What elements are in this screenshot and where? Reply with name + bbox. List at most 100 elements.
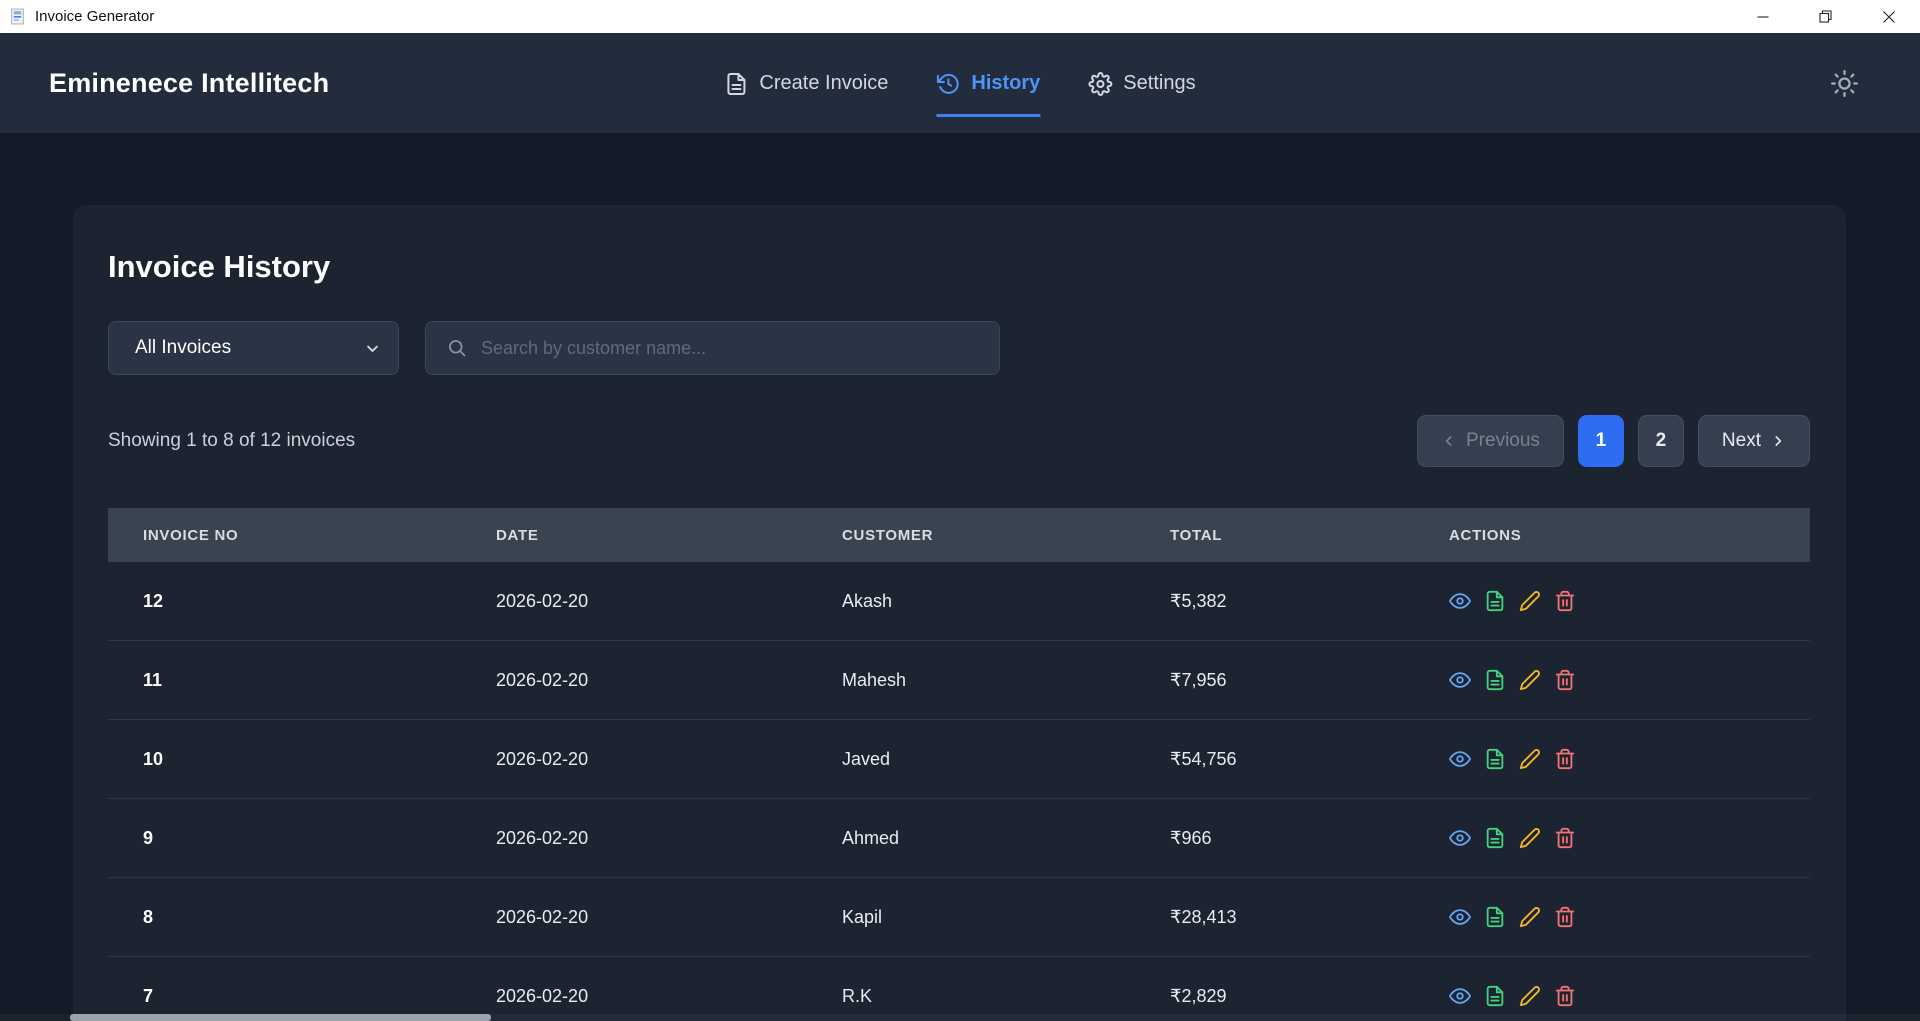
next-label: Next <box>1722 430 1761 452</box>
download-pdf-button[interactable] <box>1484 590 1506 612</box>
page-title: Invoice History <box>108 249 1810 285</box>
tab-settings[interactable]: Settings <box>1088 53 1195 117</box>
close-button[interactable] <box>1857 0 1920 33</box>
download-pdf-button[interactable] <box>1484 827 1506 849</box>
selected-filter-value: All Invoices <box>135 337 231 359</box>
delete-invoice-button[interactable] <box>1554 669 1576 691</box>
download-pdf-button[interactable] <box>1484 906 1506 928</box>
total-cell: ₹5,382 <box>1170 591 1449 612</box>
minimize-button[interactable] <box>1731 0 1794 33</box>
download-pdf-button[interactable] <box>1484 669 1506 691</box>
invoice-history-card: Invoice History All Invoices Showing 1 t… <box>73 205 1846 1021</box>
table-body: 12 2026-02-20 Akash ₹5,382 11 2026-02-20… <box>108 562 1810 1021</box>
view-eye-icon <box>1449 906 1471 928</box>
actions-cell <box>1449 669 1810 691</box>
customer-cell: Javed <box>842 749 1170 770</box>
invoice-table: INVOICE NO DATE CUSTOMER TOTAL ACTIONS 1… <box>108 508 1810 1021</box>
view-invoice-button[interactable] <box>1449 669 1471 691</box>
delete-trash-icon <box>1554 985 1576 1007</box>
customer-cell: Akash <box>842 591 1170 612</box>
scrollbar-thumb[interactable] <box>70 1014 491 1021</box>
nav-tabs: Create Invoice History Settings <box>724 33 1195 133</box>
delete-invoice-button[interactable] <box>1554 906 1576 928</box>
maximize-button[interactable] <box>1794 0 1857 33</box>
horizontal-scrollbar[interactable] <box>0 1014 1920 1021</box>
delete-trash-icon <box>1554 906 1576 928</box>
pdf-file-icon <box>1484 827 1506 849</box>
view-eye-icon <box>1449 985 1471 1007</box>
gear-icon <box>1088 72 1112 96</box>
delete-invoice-button[interactable] <box>1554 985 1576 1007</box>
edit-invoice-button[interactable] <box>1519 985 1541 1007</box>
view-invoice-button[interactable] <box>1449 748 1471 770</box>
tab-label: Create Invoice <box>759 72 888 95</box>
delete-trash-icon <box>1554 590 1576 612</box>
previous-label: Previous <box>1466 430 1540 452</box>
table-row: 12 2026-02-20 Akash ₹5,382 <box>108 562 1810 641</box>
edit-pencil-icon <box>1519 748 1541 770</box>
date-cell: 2026-02-20 <box>496 749 842 770</box>
customer-cell: Mahesh <box>842 670 1170 691</box>
date-cell: 2026-02-20 <box>496 591 842 612</box>
invoice-no-cell: 8 <box>143 907 496 928</box>
invoice-no-cell: 10 <box>143 749 496 770</box>
previous-page-button[interactable]: Previous <box>1417 415 1564 467</box>
customer-cell: Kapil <box>842 907 1170 928</box>
brand-title: Eminenece Intellitech <box>49 68 329 99</box>
date-cell: 2026-02-20 <box>496 986 842 1007</box>
tab-label: Settings <box>1123 72 1195 95</box>
invoice-no-cell: 11 <box>143 670 496 691</box>
edit-invoice-button[interactable] <box>1519 906 1541 928</box>
chevron-left-icon <box>1441 433 1457 449</box>
edit-pencil-icon <box>1519 827 1541 849</box>
tab-create-invoice[interactable]: Create Invoice <box>724 53 888 117</box>
table-row: 11 2026-02-20 Mahesh ₹7,956 <box>108 641 1810 720</box>
search-icon <box>447 338 467 358</box>
history-icon <box>936 72 960 96</box>
search-box[interactable] <box>425 321 1000 375</box>
view-invoice-button[interactable] <box>1449 590 1471 612</box>
date-cell: 2026-02-20 <box>496 670 842 691</box>
actions-cell <box>1449 985 1810 1007</box>
download-pdf-button[interactable] <box>1484 985 1506 1007</box>
download-pdf-button[interactable] <box>1484 748 1506 770</box>
view-invoice-button[interactable] <box>1449 827 1471 849</box>
customer-cell: R.K <box>842 986 1170 1007</box>
delete-invoice-button[interactable] <box>1554 748 1576 770</box>
edit-invoice-button[interactable] <box>1519 590 1541 612</box>
pdf-file-icon <box>1484 590 1506 612</box>
table-row: 8 2026-02-20 Kapil ₹28,413 <box>108 878 1810 957</box>
theme-toggle-button[interactable] <box>1828 67 1860 99</box>
total-cell: ₹7,956 <box>1170 670 1449 691</box>
edit-invoice-button[interactable] <box>1519 748 1541 770</box>
date-cell: 2026-02-20 <box>496 828 842 849</box>
date-cell: 2026-02-20 <box>496 907 842 928</box>
filter-controls: All Invoices <box>108 321 1810 375</box>
search-input[interactable] <box>481 338 983 359</box>
invoice-filter-select[interactable]: All Invoices <box>108 321 399 375</box>
app-icon <box>9 8 26 25</box>
total-cell: ₹54,756 <box>1170 749 1449 770</box>
view-invoice-button[interactable] <box>1449 906 1471 928</box>
invoice-no-cell: 9 <box>143 828 496 849</box>
view-invoice-button[interactable] <box>1449 985 1471 1007</box>
delete-invoice-button[interactable] <box>1554 827 1576 849</box>
navbar: Eminenece Intellitech Create Invoice His… <box>0 33 1920 133</box>
window-titlebar: Invoice Generator <box>0 0 1920 33</box>
pdf-file-icon <box>1484 748 1506 770</box>
edit-pencil-icon <box>1519 906 1541 928</box>
chevron-down-icon <box>365 341 380 356</box>
delete-invoice-button[interactable] <box>1554 590 1576 612</box>
column-header-actions: ACTIONS <box>1449 527 1810 544</box>
page-button-1[interactable]: 1 <box>1578 415 1624 467</box>
delete-trash-icon <box>1554 669 1576 691</box>
edit-invoice-button[interactable] <box>1519 669 1541 691</box>
edit-invoice-button[interactable] <box>1519 827 1541 849</box>
page-button-2[interactable]: 2 <box>1638 415 1684 467</box>
tab-history[interactable]: History <box>936 53 1040 117</box>
file-text-icon <box>724 72 748 96</box>
results-summary: Showing 1 to 8 of 12 invoices <box>108 430 355 452</box>
window-controls <box>1731 0 1920 33</box>
view-eye-icon <box>1449 669 1471 691</box>
next-page-button[interactable]: Next <box>1698 415 1810 467</box>
